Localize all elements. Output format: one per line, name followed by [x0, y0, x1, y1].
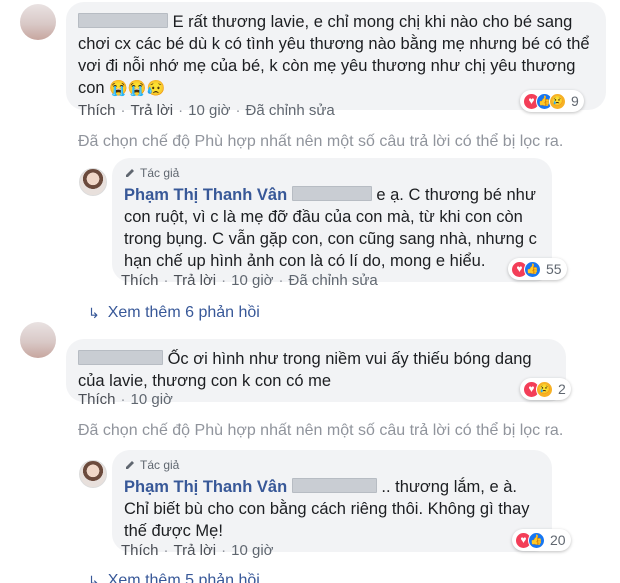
- timestamp[interactable]: 10 giờ: [231, 272, 273, 289]
- reply-link[interactable]: Trả lời: [174, 272, 217, 289]
- like-link[interactable]: Thích: [78, 391, 116, 408]
- reaction-count: 2: [558, 381, 566, 397]
- like-reaction-icon: 👍: [524, 260, 541, 278]
- comment-actions: Thích · Trả lời · 10 giờ · Đã chỉnh sửa: [78, 102, 335, 119]
- edited-label[interactable]: Đã chỉnh sửa: [246, 102, 335, 119]
- author-badge: Tác giả: [124, 458, 540, 472]
- reaction-summary[interactable]: ♥ 😢 2: [520, 378, 571, 400]
- reply-bubble: Tác giả Phạm Thị Thanh Vân .. thương lắm…: [112, 450, 552, 552]
- pen-icon: [126, 461, 134, 469]
- reply-actions: Thích · Trả lời · 10 giờ · Đã chỉnh sửa: [121, 272, 378, 289]
- author-avatar[interactable]: [79, 168, 107, 196]
- timestamp[interactable]: 10 giờ: [231, 542, 273, 559]
- reply-arrow-icon: ↳: [88, 572, 100, 583]
- like-link[interactable]: Thích: [121, 542, 159, 559]
- reaction-summary[interactable]: ♥ 👍 55: [508, 258, 567, 280]
- timestamp[interactable]: 10 giờ: [131, 391, 173, 408]
- reply-arrow-icon: ↳: [88, 304, 100, 321]
- reply-bubble: Tác giả Phạm Thị Thanh Vân e ạ. C thương…: [112, 158, 552, 282]
- sad-reaction-icon: 😢: [549, 92, 566, 110]
- edited-label[interactable]: Đã chỉnh sửa: [289, 272, 378, 289]
- filter-notice: Đã chọn chế độ Phù hợp nhất nên một số c…: [78, 133, 564, 150]
- comment-actions: Thích · 10 giờ: [78, 391, 173, 408]
- author-badge: Tác giả: [124, 166, 540, 180]
- author-avatar[interactable]: [79, 460, 107, 488]
- view-more-replies[interactable]: ↳ Xem thêm 5 phản hồi: [88, 572, 260, 583]
- reaction-summary[interactable]: ♥ 👍 20: [512, 529, 571, 551]
- reaction-count: 55: [546, 261, 562, 277]
- reply-link[interactable]: Trả lời: [174, 542, 217, 559]
- commenter-avatar[interactable]: [20, 322, 56, 358]
- like-reaction-icon: 👍: [528, 531, 545, 549]
- redacted-name: [291, 478, 377, 493]
- reaction-summary[interactable]: ♥ 👍 😢 9: [520, 90, 584, 112]
- author-name[interactable]: Phạm Thị Thanh Vân: [124, 478, 287, 496]
- redacted-name: [78, 350, 163, 365]
- like-link[interactable]: Thích: [121, 272, 159, 289]
- reply-link[interactable]: Trả lời: [131, 102, 174, 119]
- commenter-avatar[interactable]: [20, 4, 56, 40]
- reaction-count: 20: [550, 532, 566, 548]
- crying-emojis: 😭😭😥: [109, 80, 166, 97]
- reply-actions: Thích · Trả lời · 10 giờ: [121, 542, 274, 559]
- redacted-name: [291, 186, 372, 201]
- redacted-name: [78, 13, 168, 28]
- sad-reaction-icon: 😢: [536, 380, 553, 398]
- view-more-replies[interactable]: ↳ Xem thêm 6 phản hồi: [88, 304, 260, 322]
- reaction-count: 9: [571, 93, 579, 109]
- pen-icon: [126, 169, 134, 177]
- filter-notice: Đã chọn chế độ Phù hợp nhất nên một số c…: [78, 422, 564, 439]
- author-name[interactable]: Phạm Thị Thanh Vân: [124, 186, 287, 204]
- timestamp[interactable]: 10 giờ: [188, 102, 230, 119]
- like-link[interactable]: Thích: [78, 102, 116, 119]
